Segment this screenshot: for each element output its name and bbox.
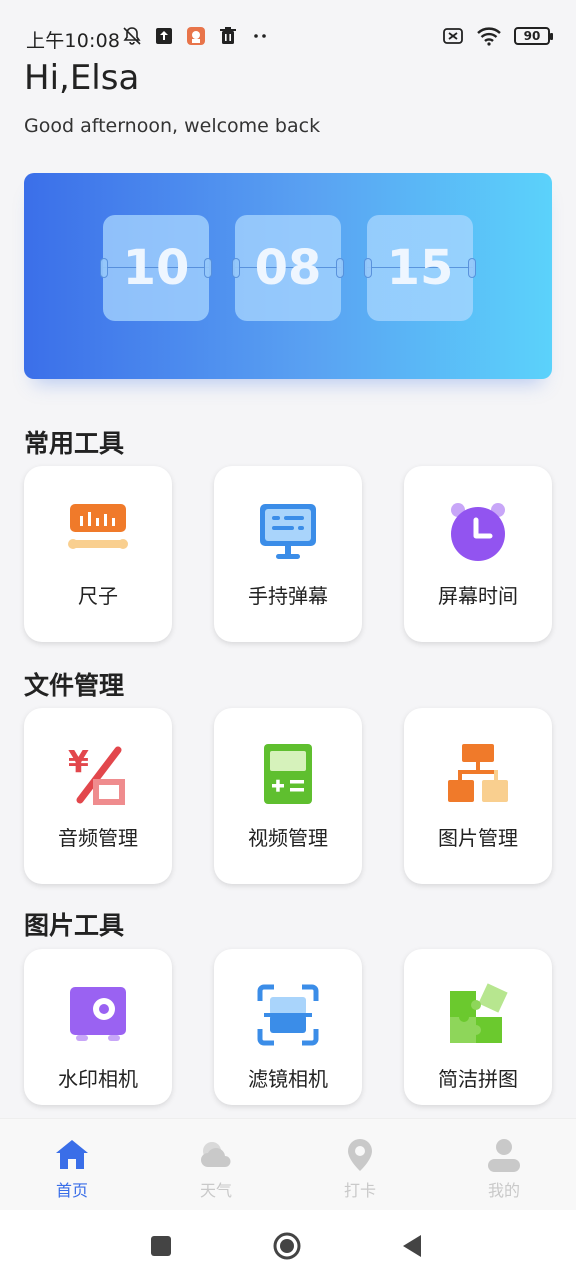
screen-icon	[260, 504, 316, 559]
system-nav-bar	[0, 1210, 576, 1280]
tool-tile-filter-camera[interactable]: 滤镜相机	[214, 949, 362, 1105]
status-time: 上午10:08	[26, 30, 121, 52]
nav-label: 我的	[487, 1181, 520, 1200]
no-sim-icon	[443, 28, 463, 44]
tile-label: 手持弹幕	[248, 584, 328, 608]
tool-tile-video-management[interactable]: 视频管理	[214, 708, 362, 884]
clock-hours-value: 10	[122, 240, 190, 296]
weather-icon	[201, 1142, 231, 1167]
status-system-icons: 90	[442, 26, 553, 46]
svg-text:¥: ¥	[68, 745, 89, 780]
battery-level: 90	[523, 29, 541, 43]
tool-tile-ruler[interactable]: 尺子	[24, 466, 172, 642]
home-button[interactable]	[273, 1232, 301, 1260]
greeting-title: Hi,Elsa	[24, 58, 140, 98]
tool-tile-simple-collage[interactable]: 简洁拼图	[404, 949, 552, 1105]
puzzle-icon	[450, 983, 508, 1043]
nav-item-weather[interactable]: 天气	[176, 1137, 256, 1201]
yuan-tag-icon: ¥	[68, 745, 125, 805]
more-icon	[254, 34, 266, 38]
greeting-subtitle: Good afternoon, welcome back	[24, 115, 321, 137]
trash-icon	[220, 27, 236, 44]
user-icon	[488, 1139, 520, 1172]
tile-label: 视频管理	[248, 826, 328, 850]
clock-seconds: 15	[364, 215, 476, 321]
nav-item-profile[interactable]: 我的	[464, 1137, 544, 1201]
ruler-icon	[68, 504, 128, 549]
tile-label: 滤镜相机	[248, 1067, 328, 1091]
nav-label: 天气	[199, 1181, 232, 1200]
tile-label: 尺子	[78, 584, 118, 608]
bottom-nav: 首页 天气 打卡 我的	[0, 1118, 576, 1210]
wifi-icon	[477, 27, 501, 46]
tool-tile-watermark-camera[interactable]: 水印相机	[24, 949, 172, 1105]
org-chart-icon	[448, 744, 508, 802]
clock-minutes: 08	[232, 215, 344, 321]
clock-seconds-value: 15	[386, 240, 454, 296]
status-notifications	[122, 26, 270, 46]
nav-item-home[interactable]: 首页	[32, 1137, 112, 1201]
nav-label: 首页	[55, 1181, 88, 1200]
recent-apps-button[interactable]	[147, 1232, 175, 1260]
section-title-image-tools: 图片工具	[24, 911, 125, 940]
bell-off-icon	[123, 27, 141, 45]
app-notification-icon	[187, 27, 205, 45]
calculator-icon	[264, 744, 312, 804]
tile-label: 简洁拼图	[438, 1067, 518, 1091]
safe-icon	[70, 987, 126, 1041]
tile-label: 水印相机	[58, 1067, 138, 1091]
back-button[interactable]	[399, 1232, 427, 1260]
section-title-file-management: 文件管理	[24, 671, 125, 700]
battery-indicator: 90	[514, 27, 553, 45]
tile-label: 音频管理	[58, 826, 138, 850]
scan-icon	[257, 984, 319, 1046]
location-pin-icon	[348, 1139, 372, 1171]
flip-clock-card: 10 08 15	[24, 173, 552, 379]
status-bar: 上午10:08 90	[0, 0, 576, 64]
tool-tile-audio-management[interactable]: ¥ 音频管理	[24, 708, 172, 884]
nav-item-checkin[interactable]: 打卡	[320, 1137, 400, 1201]
tool-tile-handheld-barrage[interactable]: 手持弹幕	[214, 466, 362, 642]
tile-label: 屏幕时间	[438, 584, 518, 608]
tool-tile-screen-time[interactable]: 屏幕时间	[404, 466, 552, 642]
nav-label: 打卡	[343, 1181, 376, 1200]
tile-label: 图片管理	[438, 826, 518, 850]
tool-tile-image-management[interactable]: 图片管理	[404, 708, 552, 884]
clock-minutes-value: 08	[254, 240, 322, 296]
section-title-common-tools: 常用工具	[24, 429, 125, 458]
alarm-clock-icon	[451, 503, 505, 561]
upload-icon	[156, 28, 172, 44]
home-icon	[56, 1140, 88, 1169]
clock-hours: 10	[100, 215, 212, 321]
